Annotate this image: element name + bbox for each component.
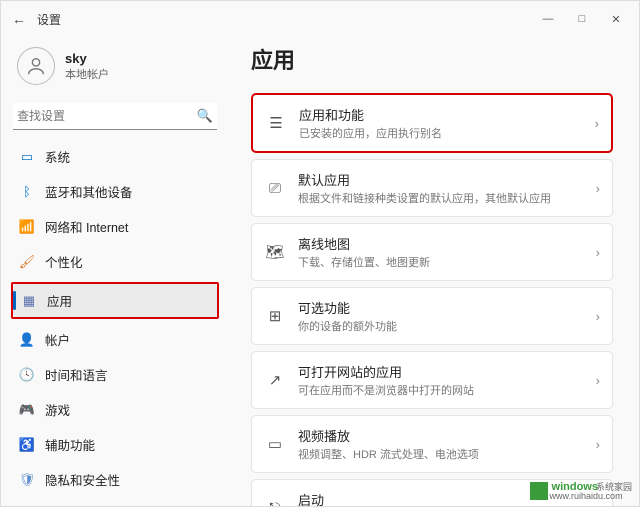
person-icon: 👤 bbox=[19, 332, 35, 348]
chevron-right-icon: › bbox=[596, 501, 600, 507]
search-input[interactable] bbox=[17, 109, 197, 123]
open-external-icon: ↗ bbox=[264, 369, 286, 391]
card-sub: 可在应用而不是浏览器中打开的网站 bbox=[298, 382, 584, 398]
sidebar-item-system[interactable]: ▭ 系统 bbox=[11, 140, 219, 173]
card-title: 视频播放 bbox=[298, 426, 584, 445]
wifi-icon: 📶 bbox=[19, 219, 35, 235]
card-sub: 根据文件和链接种类设置的默认应用，其他默认应用 bbox=[298, 190, 584, 206]
sidebar-item-network[interactable]: 📶 网络和 Internet bbox=[11, 210, 219, 243]
card-sub: 视频调整、HDR 流式处理、电池选项 bbox=[298, 446, 584, 462]
map-icon: 🗺 bbox=[264, 241, 286, 263]
highlight-box-sidebar: ▦ 应用 bbox=[11, 282, 219, 319]
card-offline-maps[interactable]: 🗺 离线地图 下载、存储位置、地图更新 › bbox=[251, 223, 613, 281]
sidebar-item-apps[interactable]: ▦ 应用 bbox=[13, 284, 217, 317]
display-icon: ▭ bbox=[19, 149, 35, 165]
card-apps-features[interactable]: ☰ 应用和功能 已安装的应用，应用执行别名 › bbox=[251, 93, 613, 153]
watermark-logo-icon bbox=[530, 482, 548, 500]
sidebar-item-label: Windows 更新 bbox=[45, 505, 124, 506]
person-icon bbox=[25, 55, 47, 77]
sidebar-item-bluetooth[interactable]: ᛒ 蓝牙和其他设备 bbox=[11, 175, 219, 208]
card-sub: 你的设备的额外功能 bbox=[298, 318, 584, 334]
page-title: 应用 bbox=[251, 43, 613, 75]
sidebar-item-label: 辅助功能 bbox=[45, 435, 95, 454]
sidebar-item-accessibility[interactable]: ♿ 辅助功能 bbox=[11, 428, 219, 461]
accessibility-icon: ♿ bbox=[19, 437, 35, 453]
close-button[interactable]: ✕ bbox=[599, 5, 633, 33]
profile-name: sky bbox=[65, 51, 109, 66]
search-icon: 🔍 bbox=[197, 108, 213, 124]
video-icon: ▭ bbox=[264, 433, 286, 455]
list-icon: ☰ bbox=[265, 112, 287, 134]
sidebar-item-gaming[interactable]: 🎮 游戏 bbox=[11, 393, 219, 426]
sidebar-item-label: 隐私和安全性 bbox=[45, 470, 120, 489]
cards: ☰ 应用和功能 已安装的应用，应用执行别名 › ⎚ 默认应用 根据文件和链接种类… bbox=[251, 93, 613, 506]
sidebar: sky 本地帐户 🔍 ▭ 系统 ᛒ 蓝牙和其他设备 📶 网 bbox=[1, 37, 229, 506]
card-title: 默认应用 bbox=[298, 170, 584, 189]
sidebar-item-update[interactable]: 🔄 Windows 更新 bbox=[11, 498, 219, 506]
shield-icon: 🛡 bbox=[19, 472, 35, 488]
card-sub: 已安装的应用，应用执行别名 bbox=[299, 125, 583, 141]
sidebar-item-personalization[interactable]: 🖌 个性化 bbox=[11, 245, 219, 278]
apps-icon: ▦ bbox=[21, 293, 37, 309]
sidebar-item-accounts[interactable]: 👤 帐户 bbox=[11, 323, 219, 356]
minimize-button[interactable]: — bbox=[531, 5, 565, 33]
content: sky 本地帐户 🔍 ▭ 系统 ᛒ 蓝牙和其他设备 📶 网 bbox=[1, 37, 639, 506]
chevron-right-icon: › bbox=[596, 437, 600, 452]
avatar bbox=[17, 47, 55, 85]
watermark-url: www.ruihaidu.com bbox=[550, 491, 632, 501]
window-title: 设置 bbox=[37, 11, 61, 28]
game-icon: 🎮 bbox=[19, 402, 35, 418]
sidebar-item-label: 系统 bbox=[45, 147, 70, 166]
sidebar-item-label: 蓝牙和其他设备 bbox=[45, 182, 133, 201]
card-title: 应用和功能 bbox=[299, 105, 583, 124]
chevron-right-icon: › bbox=[595, 116, 599, 131]
card-default-apps[interactable]: ⎚ 默认应用 根据文件和链接种类设置的默认应用，其他默认应用 › bbox=[251, 159, 613, 217]
profile[interactable]: sky 本地帐户 bbox=[11, 43, 219, 99]
card-title: 离线地图 bbox=[298, 234, 584, 253]
card-apps-for-websites[interactable]: ↗ 可打开网站的应用 可在应用而不是浏览器中打开的网站 › bbox=[251, 351, 613, 409]
search-box[interactable]: 🔍 bbox=[13, 103, 217, 130]
chevron-right-icon: › bbox=[596, 245, 600, 260]
card-title: 可选功能 bbox=[298, 298, 584, 317]
card-video-playback[interactable]: ▭ 视频播放 视频调整、HDR 流式处理、电池选项 › bbox=[251, 415, 613, 473]
sidebar-item-label: 时间和语言 bbox=[45, 365, 108, 384]
main: 应用 ☰ 应用和功能 已安装的应用，应用执行别名 › ⎚ 默认应用 根据文件和链… bbox=[229, 37, 639, 506]
sidebar-item-label: 个性化 bbox=[45, 252, 83, 271]
brush-icon: 🖌 bbox=[19, 254, 35, 270]
startup-icon: ⎋ bbox=[264, 497, 286, 506]
titlebar: ← 设置 — □ ✕ bbox=[1, 1, 639, 37]
sidebar-item-label: 帐户 bbox=[45, 330, 70, 349]
sidebar-item-label: 游戏 bbox=[45, 400, 70, 419]
nav: ▭ 系统 ᛒ 蓝牙和其他设备 📶 网络和 Internet 🖌 个性化 bbox=[11, 140, 219, 506]
sidebar-item-label: 应用 bbox=[47, 291, 72, 310]
settings-window: ← 设置 — □ ✕ sky 本地帐户 🔍 ▭ bbox=[0, 0, 640, 507]
card-title: 可打开网站的应用 bbox=[298, 362, 584, 381]
clock-icon: 🕓 bbox=[19, 367, 35, 383]
sidebar-item-time[interactable]: 🕓 时间和语言 bbox=[11, 358, 219, 391]
sidebar-item-label: 网络和 Internet bbox=[45, 217, 128, 236]
watermark: windows系统家园 www.ruihaidu.com bbox=[530, 480, 632, 501]
chevron-right-icon: › bbox=[596, 181, 600, 196]
maximize-button[interactable]: □ bbox=[565, 5, 599, 33]
grid-plus-icon: ⊞ bbox=[264, 305, 286, 327]
back-button[interactable]: ← bbox=[7, 11, 31, 27]
chevron-right-icon: › bbox=[596, 309, 600, 324]
profile-sub: 本地帐户 bbox=[65, 66, 109, 82]
bluetooth-icon: ᛒ bbox=[19, 184, 35, 200]
sidebar-item-privacy[interactable]: 🛡 隐私和安全性 bbox=[11, 463, 219, 496]
chevron-right-icon: › bbox=[596, 373, 600, 388]
card-sub: 下载、存储位置、地图更新 bbox=[298, 254, 584, 270]
card-optional-features[interactable]: ⊞ 可选功能 你的设备的额外功能 › bbox=[251, 287, 613, 345]
default-apps-icon: ⎚ bbox=[264, 177, 286, 199]
